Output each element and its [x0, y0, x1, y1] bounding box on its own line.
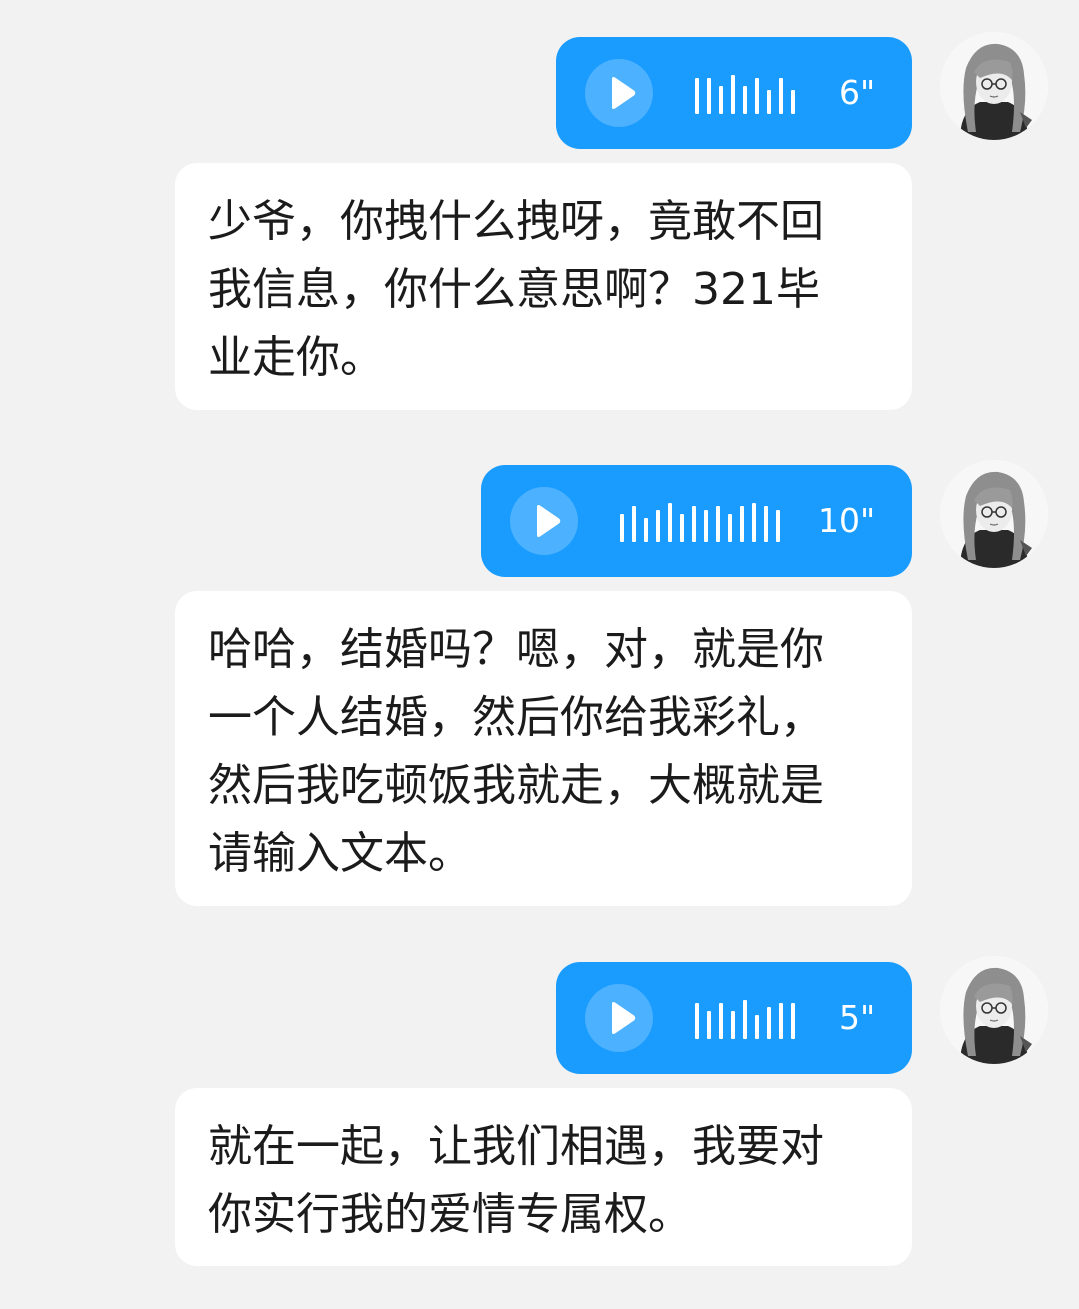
voice-duration: 5": [839, 998, 876, 1037]
avatar[interactable]: [940, 32, 1048, 140]
waveform-icon: [620, 503, 780, 542]
message-line: 业走你。: [208, 332, 384, 383]
message-line: 请输入文本。: [208, 828, 472, 879]
voice-message-2[interactable]: 10": [481, 465, 912, 577]
voice-duration: 10": [818, 501, 876, 540]
message-line: 少爷，你拽什么拽呀，竟敢不回: [208, 196, 824, 247]
waveform-icon: [695, 1000, 795, 1039]
text-message-1: 少爷，你拽什么拽呀，竟敢不回 我信息，你什么意思啊？321毕 业走你。: [175, 163, 912, 410]
message-line: 就在一起，让我们相遇，我要对: [208, 1121, 824, 1172]
waveform-icon: [695, 75, 795, 114]
message-line: 哈哈，结婚吗？嗯，对，就是你: [208, 624, 824, 675]
avatar[interactable]: [940, 460, 1048, 568]
play-icon[interactable]: [510, 487, 578, 555]
message-line: 一个人结婚，然后你给我彩礼，: [208, 692, 824, 743]
message-line: 你实行我的爱情专属权。: [208, 1189, 692, 1240]
avatar-anime-girl-icon: [940, 460, 1048, 568]
play-icon[interactable]: [585, 59, 653, 127]
text-message-2: 哈哈，结婚吗？嗯，对，就是你 一个人结婚，然后你给我彩礼， 然后我吃顿饭我就走，…: [175, 591, 912, 906]
text-message-3: 就在一起，让我们相遇，我要对 你实行我的爱情专属权。: [175, 1088, 912, 1266]
avatar-anime-girl-icon: [940, 32, 1048, 140]
play-icon[interactable]: [585, 984, 653, 1052]
voice-message-3[interactable]: 5": [556, 962, 912, 1074]
message-line: 我信息，你什么意思啊？321毕: [208, 264, 820, 315]
message-line: 然后我吃顿饭我就走，大概就是: [208, 760, 824, 811]
voice-duration: 6": [839, 73, 876, 112]
avatar-anime-girl-icon: [940, 956, 1048, 1064]
voice-message-1[interactable]: 6": [556, 37, 912, 149]
avatar[interactable]: [940, 956, 1048, 1064]
